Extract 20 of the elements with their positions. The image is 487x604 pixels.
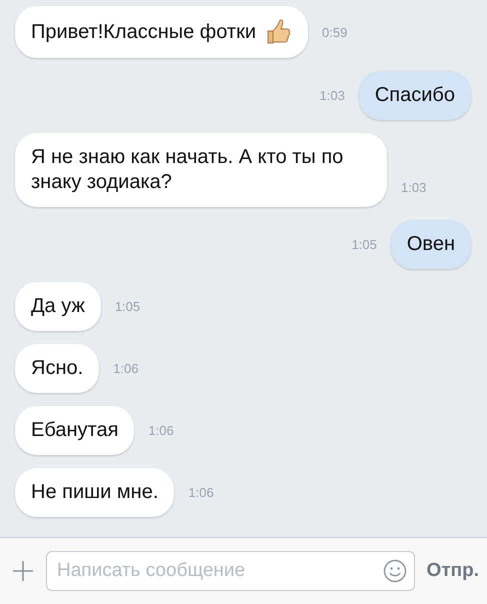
message-text: Привет!Классные фотки <box>31 20 256 44</box>
message-time: 1:03 <box>401 180 426 195</box>
plus-icon[interactable] <box>12 560 34 582</box>
message-text: Не пиши мне. <box>31 480 158 505</box>
message-time: 1:06 <box>148 423 174 438</box>
message-time: 1:05 <box>114 299 140 314</box>
message-time: 1:06 <box>113 361 138 376</box>
message-time: 0:59 <box>322 24 348 40</box>
message-text: Ебанутая <box>31 418 118 443</box>
smiley-icon[interactable] <box>382 559 407 583</box>
message-input[interactable]: Написать сообщение <box>46 551 415 591</box>
send-button[interactable]: Отпр. <box>426 560 479 582</box>
message-time: 1:05 <box>352 237 377 252</box>
message-text: Спасибо <box>374 83 455 108</box>
message-time: 1:06 <box>188 485 214 500</box>
message-text: Я не знаю как начать. А кто ты по знаку зодиака? <box>31 145 344 195</box>
message-text: Да уж <box>31 294 85 319</box>
message-text: Овен <box>406 232 455 257</box>
message-text: Ясно. <box>31 356 84 381</box>
message-time: 1:03 <box>320 88 345 103</box>
